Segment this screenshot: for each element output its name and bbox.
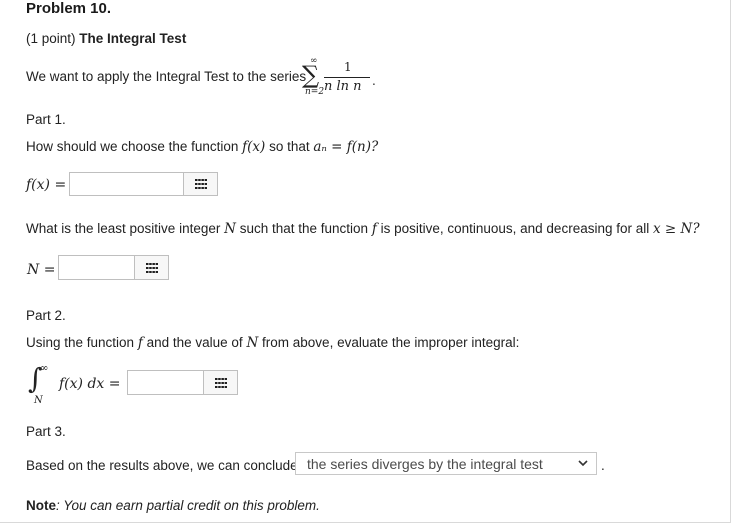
note: Note: You can earn partial credit on thi… <box>26 498 320 513</box>
part2-question: Using the function f and the value of N … <box>26 335 519 351</box>
note-label: Note <box>26 498 56 513</box>
part2-N: N <box>246 335 259 351</box>
keypad-grid-icon <box>145 262 158 273</box>
N-answer-input[interactable] <box>58 255 135 280</box>
integral-upper-limit: ∞ <box>40 363 49 374</box>
series-denominator: n ln n <box>324 79 362 94</box>
keypad-grid-icon <box>214 377 227 388</box>
series-expression: ∞ ∑ n=2 1 n ln n . <box>302 56 382 102</box>
N-label: N = <box>27 262 56 278</box>
part2-heading: Part 2. <box>26 308 66 323</box>
q2-text-c: is positive, continuous, and decreasing … <box>380 221 650 236</box>
problem-name: The Integral Test <box>79 31 187 46</box>
integrand: f(x) dx = <box>59 376 121 392</box>
series-end: . <box>372 74 376 88</box>
part3-heading: Part 3. <box>26 424 66 439</box>
part3-end: . <box>601 458 605 473</box>
series-numerator: 1 <box>344 60 352 74</box>
part1-heading: Part 1. <box>26 112 66 127</box>
integral-keypad-button[interactable] <box>204 370 238 395</box>
problem-title: Problem 10. <box>26 0 112 17</box>
conclusion-select[interactable]: the series diverges by the integral test <box>295 452 597 475</box>
problem-points: (1 point) <box>26 31 76 46</box>
chevron-down-icon <box>570 460 596 467</box>
part1-question-fx: f(x) <box>242 139 266 155</box>
fraction-bar <box>324 77 370 78</box>
integral-lower-limit: N <box>34 395 43 406</box>
part1-question: How should we choose the function f(x) s… <box>26 139 378 155</box>
q2-text-b: such that the function <box>239 221 369 236</box>
part2-text-c: from above, evaluate the improper integr… <box>262 335 520 350</box>
integral-expression: ∫ ∞ N f(x) dx = <box>26 362 136 410</box>
keypad-grid-icon <box>194 179 207 189</box>
part2-text-b: and the value of <box>146 335 243 350</box>
problem-panel: Problem 10. (1 point) The Integral Test … <box>0 0 731 523</box>
part1-question-eq: aₙ = f(n)? <box>313 139 379 155</box>
part2-text-a: Using the function <box>26 335 135 350</box>
fx-label: f(x) = <box>26 177 67 193</box>
part1-question-mid: so that <box>269 139 310 154</box>
fx-answer-input[interactable] <box>69 172 184 196</box>
part2-f: f <box>137 335 143 351</box>
q2-cond: x ≥ N? <box>653 221 700 237</box>
q2-N: N <box>224 221 236 237</box>
problem-header: (1 point) The Integral Test <box>26 31 186 46</box>
sum-symbol: ∑ <box>302 61 320 89</box>
q2-f: f <box>371 221 377 237</box>
integral-answer-input[interactable] <box>127 370 204 395</box>
series-lower-limit: n=2 <box>305 87 325 97</box>
part3-text: Based on the results above, we can concl… <box>26 458 298 473</box>
q2-text-a: What is the least positive integer <box>26 221 221 236</box>
note-text: : You can earn partial credit on this pr… <box>56 498 320 513</box>
fx-keypad-button[interactable] <box>184 172 218 196</box>
N-keypad-button[interactable] <box>135 255 169 280</box>
part1-question-text: How should we choose the function <box>26 139 239 154</box>
conclusion-select-value: the series diverges by the integral test <box>307 455 543 472</box>
part1-question2: What is the least positive integer N suc… <box>26 221 700 237</box>
problem-intro: We want to apply the Integral Test to th… <box>26 69 307 84</box>
